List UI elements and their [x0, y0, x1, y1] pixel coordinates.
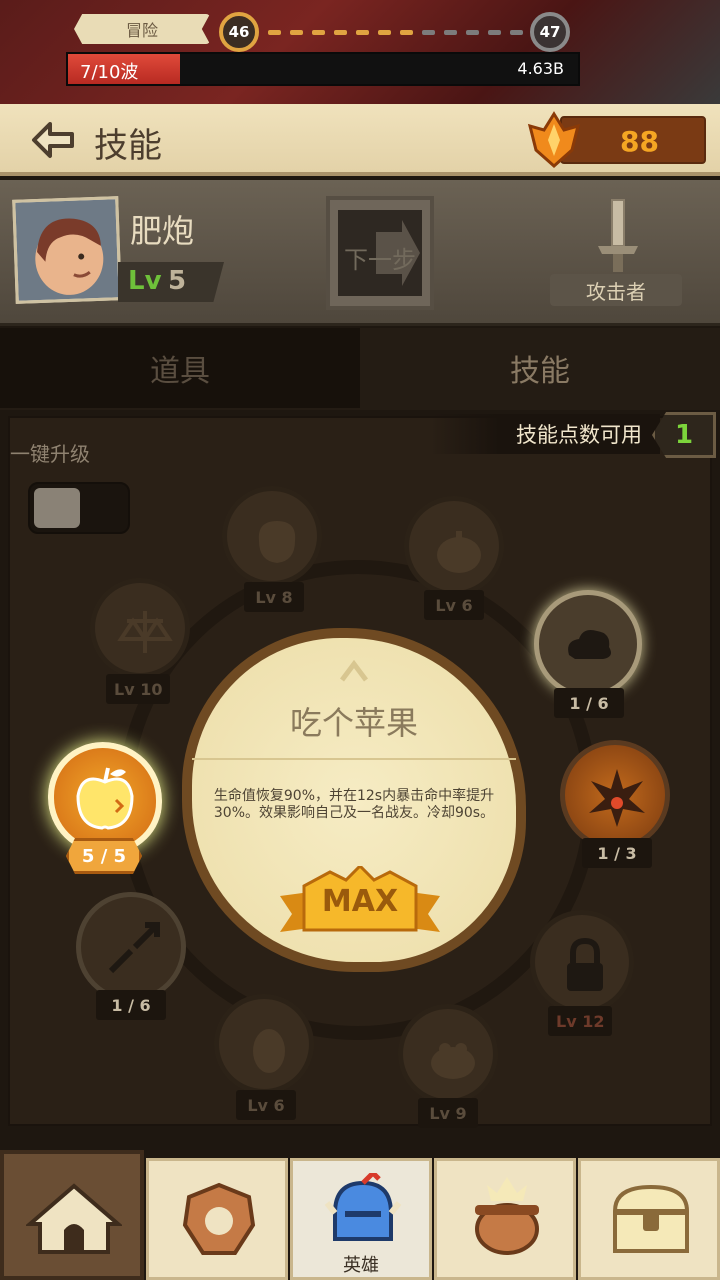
back-button[interactable]: [30, 120, 78, 160]
hero-role-label: 攻击者: [550, 274, 682, 306]
nav-camp[interactable]: [0, 1150, 144, 1280]
crystal-count: 88: [620, 125, 659, 158]
skill-node-cloud[interactable]: [534, 590, 642, 698]
hero-avatar-icon: [15, 199, 119, 301]
skill-progress-label: 1 / 6: [554, 688, 624, 718]
current-level-badge: 46: [219, 12, 259, 52]
top-status-bar: 冒险 46 47 7/10波 4.63B: [0, 0, 720, 104]
skill-node-egg[interactable]: [214, 994, 314, 1094]
crystal-icon: [524, 110, 584, 170]
nav-treasure[interactable]: [578, 1158, 720, 1280]
max-label: MAX: [321, 884, 399, 919]
next-hero-button[interactable]: 下一步: [326, 196, 434, 310]
skill-level-label: Lv 10: [106, 674, 171, 704]
skill-level-label: Lv 6: [424, 590, 484, 620]
chevron-up-icon: [340, 660, 368, 682]
hero-level-value: 5: [168, 266, 187, 296]
hero-level-badge: Lv 5: [118, 262, 224, 302]
broken-arrow-icon: [108, 922, 160, 974]
skill-node-scale[interactable]: [90, 578, 190, 678]
skill-node-locked[interactable]: [530, 910, 634, 1014]
skill-progress-label: 5 / 5: [66, 838, 142, 874]
next-hero-label: 下一步: [344, 246, 416, 274]
hero-panel: 肥炮 Lv 5 下一步 攻击者: [0, 180, 720, 326]
max-level-badge: MAX: [280, 866, 440, 946]
quick-upgrade-label: 一键升级: [10, 442, 90, 466]
screen-header: 技能 88: [0, 104, 720, 176]
cauldron-icon: [475, 1177, 539, 1255]
pig-icon: [431, 1043, 475, 1079]
skill-title: 吃个苹果: [289, 704, 418, 742]
divider: [192, 758, 516, 760]
enemy-health-value: 4.63B: [517, 59, 564, 78]
skill-level-label: Lv 9: [418, 1098, 478, 1128]
skills-screen: 冒险 46 47 7/10波 4.63B 技能 88 肥炮 Lv 5 下一步 攻…: [0, 0, 720, 1280]
skill-node-explosion[interactable]: [560, 740, 670, 850]
bottom-navigation: 英雄: [0, 1150, 720, 1280]
tab-items[interactable]: 道具: [0, 328, 360, 408]
progress-dash: [488, 30, 501, 35]
hero-portrait[interactable]: [12, 196, 122, 304]
progress-dash: [268, 30, 281, 35]
skill-progress-label: 1 / 6: [96, 990, 166, 1020]
stage-tag: 冒险: [74, 14, 210, 44]
wave-count: 7/10波: [80, 62, 139, 83]
egg-icon: [253, 1029, 285, 1073]
skill-node-glove[interactable]: [222, 486, 322, 586]
progress-dash: [466, 30, 479, 35]
sword-icon: [590, 196, 646, 276]
glove-icon: [258, 521, 296, 563]
tab-bar: 道具 技能: [0, 328, 720, 410]
scale-icon: [117, 611, 173, 653]
tab-skills[interactable]: 技能: [360, 328, 720, 408]
progress-dash: [312, 30, 325, 35]
quick-upgrade-toggle[interactable]: [28, 482, 130, 534]
back-arrow-icon: [32, 122, 74, 158]
skill-points-label: 技能点数可用: [430, 414, 660, 454]
apple-icon: [76, 767, 134, 830]
knight-helmet-icon: [324, 1173, 402, 1241]
hero-level-prefix: Lv: [128, 266, 162, 296]
next-hero-frame: 下一步: [338, 210, 422, 296]
progress-dash: [356, 30, 369, 35]
wave-progress-bar: 7/10波 4.63B: [66, 52, 580, 86]
progress-dash: [510, 30, 523, 35]
skill-level-label: Lv 12: [548, 1006, 613, 1036]
cloud-icon: [568, 630, 611, 659]
explosion-icon: [589, 769, 645, 827]
skill-level-label: Lv 6: [236, 1090, 296, 1120]
progress-dash: [334, 30, 347, 35]
skill-node-pig[interactable]: [398, 1004, 498, 1104]
lock-icon: [567, 937, 603, 991]
toggle-knob: [34, 488, 80, 528]
skill-description: 生命值恢复90%，并在12s内暴击命中率提升30%。效果影响自己及一名战友。冷却…: [213, 788, 495, 821]
page-title: 技能: [94, 126, 162, 166]
treasure-chest-icon: [613, 1184, 689, 1253]
nav-alchemy[interactable]: [434, 1158, 576, 1280]
progress-dash: [400, 30, 413, 35]
next-level-badge: 47: [530, 12, 570, 52]
skill-node-pumpkin[interactable]: [404, 496, 504, 596]
gear-shield-icon: [182, 1182, 256, 1255]
progress-dash: [444, 30, 457, 35]
progress-dash: [290, 30, 303, 35]
hero-name: 肥炮: [130, 212, 195, 250]
pumpkin-icon: [437, 531, 481, 573]
skill-progress-label: 1 / 3: [582, 838, 652, 868]
progress-dash: [422, 30, 435, 35]
crystal-counter: 88: [527, 111, 706, 169]
camp-tent-icon: [26, 1183, 122, 1254]
nav-equipment[interactable]: [146, 1158, 288, 1280]
skill-level-label: Lv 8: [244, 582, 304, 612]
nav-hero-label: 英雄: [343, 1255, 379, 1276]
nav-hero[interactable]: 英雄: [290, 1158, 432, 1280]
skill-node-broken-arrow[interactable]: [76, 892, 186, 1002]
skill-node-apple-selected[interactable]: [48, 742, 162, 854]
progress-dash: [378, 30, 391, 35]
